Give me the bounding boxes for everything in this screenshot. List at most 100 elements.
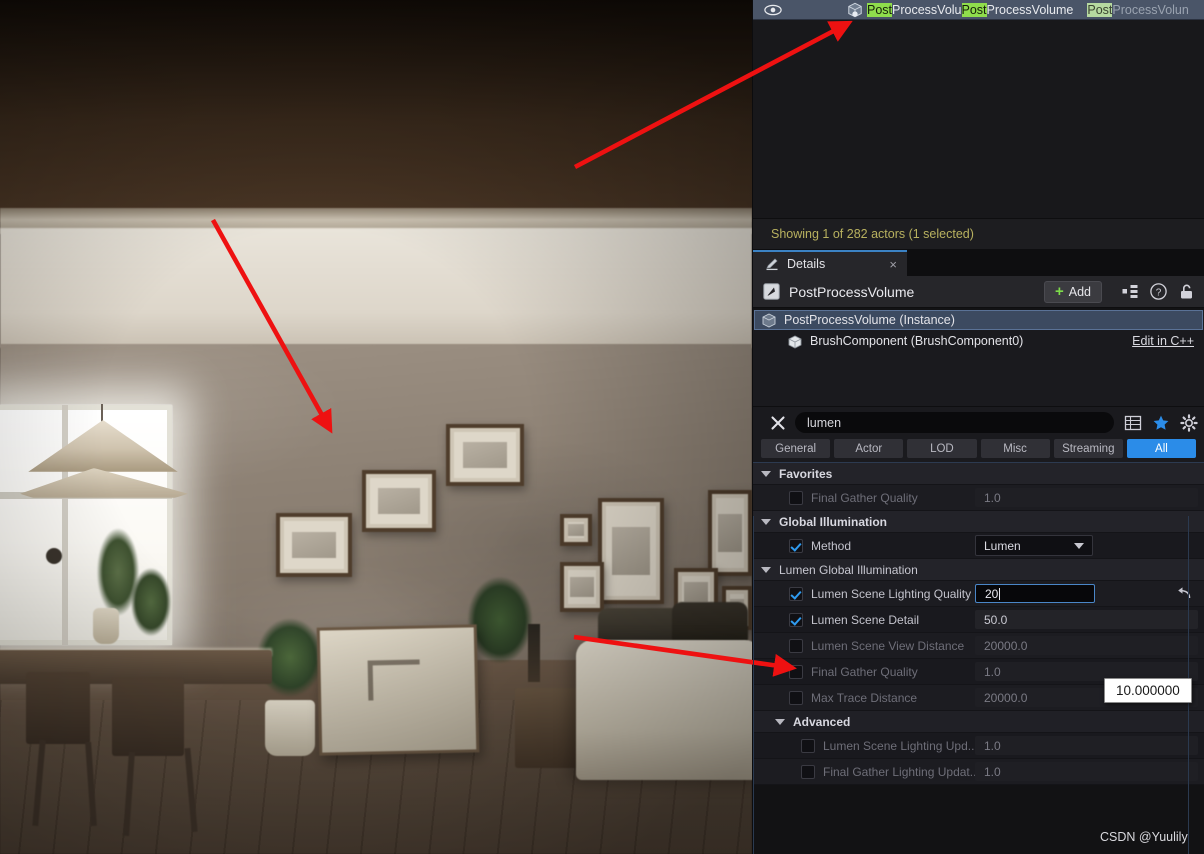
grid-view-icon[interactable] <box>1124 414 1142 432</box>
property-checkbox[interactable] <box>789 638 803 653</box>
outliner-list-body[interactable] <box>753 20 1204 218</box>
value-tooltip: 10.000000 <box>1104 678 1192 703</box>
property-checkbox[interactable] <box>789 586 803 601</box>
property-name-cell: Final Gather Lighting Updat.. <box>753 759 976 785</box>
level-viewport[interactable] <box>0 0 752 854</box>
property-row[interactable]: Final Gather Quality 1.0 <box>753 485 1204 511</box>
scene-upper-wall <box>0 228 752 348</box>
property-label: Lumen Scene Lighting Quality <box>811 586 972 601</box>
chevron-down-icon <box>1074 542 1084 549</box>
scene-window-mullion-v <box>62 405 68 645</box>
filter-tab-actor[interactable]: Actor <box>834 439 904 458</box>
scene-window-plant-2 <box>124 548 178 638</box>
property-row[interactable]: Lumen Scene Lighting Upd.. 1.0 <box>753 733 1204 759</box>
filter-tab-streaming[interactable]: Streaming <box>1053 439 1123 458</box>
search-input[interactable]: lumen <box>795 412 1114 433</box>
tab-details-label: Details <box>787 257 826 271</box>
category-advanced[interactable]: Advanced <box>753 711 1204 733</box>
help-icon[interactable]: ? <box>1149 282 1168 301</box>
details-object-icon <box>763 283 780 300</box>
property-value: 1.0 <box>984 490 1001 505</box>
property-row[interactable]: Final Gather Lighting Updat.. 1.0 <box>753 759 1204 785</box>
unlock-icon[interactable] <box>1177 282 1196 301</box>
method-dropdown[interactable]: Lumen <box>975 535 1093 556</box>
property-name-cell: Lumen Scene Lighting Upd.. <box>753 733 975 759</box>
edit-in-cpp-link[interactable]: Edit in C++ <box>1132 334 1194 348</box>
outliner-status-text: Showing 1 of 282 actors (1 selected) <box>771 227 974 241</box>
property-label: Max Trace Distance <box>811 690 918 705</box>
chevron-down-icon[interactable] <box>761 470 771 477</box>
number-input[interactable]: 1.0 <box>975 762 1198 781</box>
filter-tab-general[interactable]: General <box>761 439 831 458</box>
eye-icon[interactable] <box>764 3 782 17</box>
property-row[interactable]: Method Lumen <box>753 533 1204 559</box>
category-global-illumination[interactable]: Global Illumination <box>753 511 1204 533</box>
plus-icon: + <box>1054 283 1064 300</box>
outliner-name-seg: Post <box>961 3 987 17</box>
outliner-actor-names[interactable]: Post ProcessVolu Post ProcessVolume Post Proc… <box>867 0 1204 20</box>
property-value-cell: Lumen <box>975 533 1204 559</box>
number-input[interactable]: 20000.0 <box>975 636 1198 655</box>
outliner-name-seg: ProcessVolun <box>1112 3 1189 17</box>
details-object-list: PostProcessVolume (Instance) BrushCompon… <box>753 310 1204 406</box>
scene-chair <box>112 678 184 756</box>
property-checkbox[interactable] <box>789 664 803 679</box>
details-filter-tabs: General Actor LOD Misc Streaming All <box>753 438 1204 462</box>
actor-cube-icon <box>762 312 776 328</box>
object-label: PostProcessVolume (Instance) <box>784 313 955 327</box>
property-checkbox[interactable] <box>789 690 803 705</box>
number-input[interactable]: 1.0 <box>975 736 1198 755</box>
text-caret <box>999 587 1001 600</box>
property-value-cell: 20000.0 <box>975 633 1204 659</box>
property-label: Lumen Scene Lighting Upd.. <box>823 738 975 753</box>
property-value: 20 <box>985 586 999 601</box>
property-checkbox[interactable] <box>789 490 803 505</box>
property-row[interactable]: Lumen Scene Lighting Quality 20 <box>753 581 1204 607</box>
number-input[interactable]: 50.0 <box>975 610 1198 629</box>
settings-gear-icon[interactable] <box>1180 413 1198 432</box>
actor-cube-icon[interactable] <box>846 2 864 18</box>
watermark: CSDN @Yuulily <box>1100 830 1188 844</box>
object-label: BrushComponent (BrushComponent0) <box>810 334 1024 348</box>
scene-plant-pot <box>265 700 315 756</box>
category-label: Lumen Global Illumination <box>779 562 918 577</box>
outliner-header-row[interactable]: Post ProcessVolu Post ProcessVolume Post Proc… <box>753 0 1204 20</box>
scene-canvas-artwork <box>367 659 421 701</box>
favorite-star-icon[interactable] <box>1152 414 1170 432</box>
property-checkbox[interactable] <box>801 738 815 753</box>
property-value-cell: 1.0 <box>975 485 1204 511</box>
object-row-selected[interactable]: PostProcessVolume (Instance) <box>754 310 1203 330</box>
right-dock-panel: Post ProcessVolu Post ProcessVolume Post Proc… <box>752 0 1204 854</box>
svg-text:?: ? <box>1156 287 1162 298</box>
property-checkbox[interactable] <box>789 612 803 627</box>
property-row[interactable]: Lumen Scene Detail 50.0 <box>753 607 1204 633</box>
category-lumen-global-illumination[interactable]: Lumen Global Illumination <box>753 559 1204 581</box>
details-tab-strip: Details × <box>753 250 1204 276</box>
outliner-status-bar: Showing 1 of 282 actors (1 selected) <box>753 218 1204 250</box>
add-button[interactable]: + Add <box>1043 280 1102 303</box>
chevron-down-icon[interactable] <box>761 518 771 525</box>
filter-tab-all[interactable]: All <box>1126 439 1197 458</box>
object-list-spacer <box>753 352 1204 400</box>
close-icon[interactable]: × <box>889 257 897 272</box>
property-checkbox[interactable] <box>801 764 815 779</box>
property-row[interactable]: Lumen Scene View Distance 20000.0 <box>753 633 1204 659</box>
category-favorites[interactable]: Favorites <box>753 463 1204 485</box>
scene-picture-frame <box>560 562 604 612</box>
lumen-scene-lighting-quality-input[interactable]: 20 <box>975 584 1095 603</box>
filter-tab-misc[interactable]: Misc <box>980 439 1050 458</box>
property-checkbox[interactable] <box>789 538 803 553</box>
reset-to-default-icon[interactable] <box>1175 586 1192 601</box>
object-row[interactable]: BrushComponent (BrushComponent0) Edit in… <box>753 330 1204 352</box>
property-value: 1.0 <box>984 738 1001 753</box>
scene-hanging-knob <box>46 548 62 564</box>
scene-vase <box>93 608 119 644</box>
x-icon[interactable] <box>769 414 787 432</box>
category-label: Favorites <box>779 466 833 481</box>
chevron-down-icon[interactable] <box>775 718 785 725</box>
tab-details[interactable]: Details × <box>753 250 907 276</box>
column-layout-icon[interactable] <box>1121 282 1140 301</box>
filter-tab-lod[interactable]: LOD <box>907 439 977 458</box>
number-input[interactable]: 1.0 <box>975 488 1198 507</box>
chevron-down-icon[interactable] <box>761 566 771 573</box>
